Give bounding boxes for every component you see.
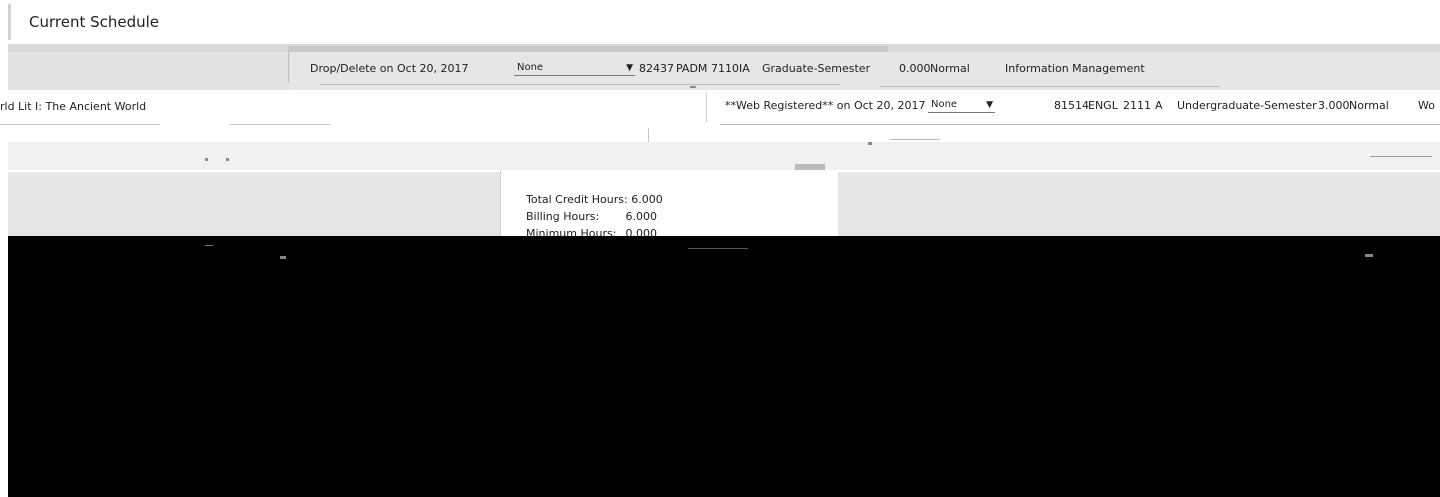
total-credit-hours: Total Credit Hours: 6.000: [526, 193, 663, 206]
row2-action-select[interactable]: None ▼: [928, 98, 995, 113]
glitch-line: [320, 84, 840, 85]
glitch-line: [205, 158, 208, 161]
glitch-line: [690, 86, 696, 88]
glitch-line: [880, 86, 1220, 87]
glitch-line: [1370, 156, 1432, 157]
totals-band-right: [838, 172, 1440, 236]
row2-title-partial: rld Lit I: The Ancient World: [0, 100, 147, 113]
row2-status: **Web Registered** on Oct 20, 2017: [725, 99, 926, 112]
billing-value: 6.000: [625, 210, 658, 223]
glitch-line: [205, 245, 213, 246]
glitch-line: [280, 256, 286, 259]
garbled-row: [0, 122, 1440, 142]
glitch-line: [0, 124, 160, 125]
row1-subject: PADM: [676, 62, 708, 75]
total-credit-label: Total Credit Hours:: [526, 193, 628, 206]
row2-section: A: [1155, 99, 1163, 112]
row2-trailing: Wo: [1418, 99, 1435, 112]
row1-action-value: None: [517, 62, 544, 73]
row2-action-value: None: [931, 99, 958, 110]
row2-crn: 81514: [1054, 99, 1089, 112]
glitch-line: [868, 142, 872, 145]
minimum-hours: Minimum Hours: 0.000: [526, 227, 657, 236]
total-credit-value: 6.000: [631, 193, 663, 206]
page-title: Current Schedule: [29, 13, 160, 31]
row1-crn: 82437: [639, 62, 674, 75]
title-bar: Current Schedule: [8, 4, 1436, 40]
table-row: [8, 142, 1440, 170]
row1-title: Information Management: [1005, 62, 1145, 75]
row2-grade-mode: Normal: [1349, 99, 1389, 112]
blacked-out-area: [8, 236, 1440, 497]
billing-hours: Billing Hours: 6.000: [526, 210, 657, 223]
row-blot: [795, 164, 825, 170]
minimum-label: Minimum Hours:: [526, 227, 617, 236]
chevron-down-icon: ▼: [626, 63, 633, 73]
glitch-line: [1365, 254, 1373, 257]
row-left-block: [8, 52, 290, 90]
row1-grade-mode: Normal: [930, 62, 970, 75]
row1-credit: 0.000: [899, 62, 931, 75]
row2-subject: ENGL: [1088, 99, 1118, 112]
glitch-line: [890, 139, 940, 140]
row1-action-select[interactable]: None ▼: [514, 61, 635, 76]
glitch-line: [720, 124, 1440, 125]
row2-credit: 3.000: [1318, 99, 1350, 112]
totals-divider: [500, 170, 501, 236]
chevron-down-icon: ▼: [986, 100, 993, 110]
billing-label: Billing Hours:: [526, 210, 600, 223]
glitch-line: [688, 248, 748, 249]
row1-status: Drop/Delete on Oct 20, 2017: [310, 62, 469, 75]
row1-level: Graduate-Semester: [762, 62, 871, 75]
minimum-value: 0.000: [625, 227, 658, 236]
row1-section: IA: [739, 62, 750, 75]
row-divider: [648, 128, 649, 142]
row2-course: 2111: [1123, 99, 1151, 112]
row1-course: 7110: [711, 62, 739, 75]
row2-level: Undergraduate-Semester: [1177, 99, 1317, 112]
totals-band-left: [8, 172, 500, 236]
row-divider: [288, 52, 289, 82]
glitch-line: [226, 158, 229, 161]
glitch-line: [230, 124, 330, 125]
